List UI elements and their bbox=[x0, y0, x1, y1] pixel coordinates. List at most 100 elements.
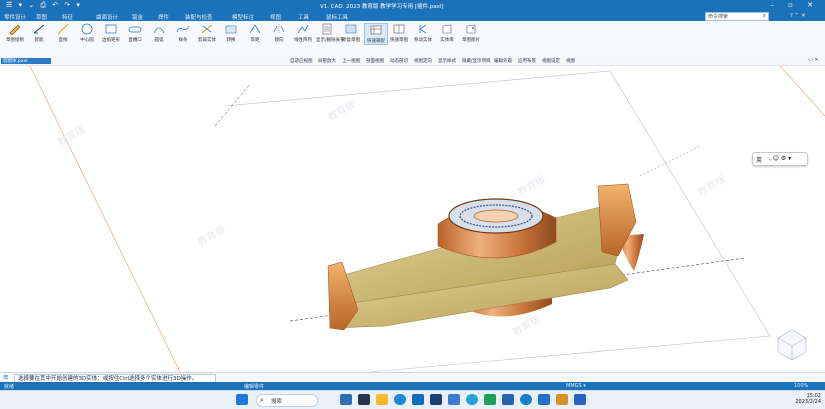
app-icon-1[interactable] bbox=[430, 394, 442, 405]
watermark-5: 教育版 bbox=[515, 172, 547, 198]
task-view-icon[interactable] bbox=[358, 394, 370, 405]
ime-icons[interactable]: ·, ☺ ⚙ ▾ bbox=[767, 155, 791, 162]
taskbar-search[interactable]: ⌕ 搜索 bbox=[256, 394, 318, 407]
ribbon-btn-repair[interactable]: 修复草图 bbox=[340, 23, 362, 43]
title-bar: ☰ ▾ ⌄ ⎙ ↶ ↷ ▾ V1. CAD. 2023 教育版 教学学习专用 [… bbox=[0, 0, 825, 12]
view-nav-controls[interactable]: ‹ › ✕ bbox=[808, 58, 818, 63]
image-icon bbox=[466, 24, 476, 34]
ime-floating-bar[interactable]: 英 ·, ☺ ⚙ ▾ bbox=[752, 152, 808, 166]
view-item-scene[interactable]: 应用布景 bbox=[518, 58, 536, 64]
model-view[interactable]: 教育版 教育版 教育版 教育版 教育版 教育版 bbox=[0, 66, 825, 372]
dash-axis-1 bbox=[214, 83, 251, 127]
quick-sketch-icon bbox=[393, 24, 405, 34]
view-item-view[interactable]: 视图 bbox=[566, 58, 575, 64]
command-search[interactable]: 命令搜索 ⌕ bbox=[705, 12, 769, 21]
explorer-icon[interactable] bbox=[376, 394, 388, 405]
view-item-style[interactable]: 显示样式 bbox=[438, 58, 456, 64]
mountain-icon[interactable] bbox=[340, 394, 352, 405]
menu-item-sketch[interactable]: 草图 bbox=[36, 13, 47, 21]
ribbon-btn-smart[interactable]: 智能 bbox=[28, 23, 50, 43]
view-item-dynamic[interactable]: 动态剖切 bbox=[390, 58, 408, 64]
menu-icon[interactable]: ≡ bbox=[3, 373, 9, 381]
search-icon[interactable]: ⌕ bbox=[763, 12, 766, 20]
view-item-orient[interactable]: 视图定向 bbox=[414, 58, 432, 64]
edge-icon[interactable] bbox=[394, 394, 406, 405]
3d-viewport[interactable]: 教育版 教育版 教育版 教育版 教育版 教育版 英 ·, ☺ ⚙ ▾ bbox=[0, 66, 825, 372]
ribbon-btn-relation[interactable]: 显示/删除关系 bbox=[316, 23, 345, 43]
ribbon-btn-image[interactable]: 草图图片 bbox=[460, 23, 482, 43]
ribbon-btn-sketch[interactable]: 草图绘制 bbox=[4, 23, 26, 43]
status-zoom[interactable]: 100% bbox=[794, 383, 808, 389]
ime-language[interactable]: 英 bbox=[756, 155, 762, 164]
dash-axis-3 bbox=[639, 145, 701, 177]
menu-item-mouse[interactable]: 鼠标工具 bbox=[326, 13, 348, 21]
ribbon-btn-move[interactable]: 移动实体 bbox=[412, 23, 434, 43]
app-icon-2[interactable] bbox=[448, 394, 460, 405]
ribbon-btn-offset[interactable]: 等距 bbox=[244, 23, 266, 43]
menu-item-feature[interactable]: 特征 bbox=[62, 13, 73, 21]
relation-icon bbox=[322, 23, 332, 35]
ribbon-btn-snap[interactable]: 快速捕捉 bbox=[364, 23, 388, 45]
app-icon-6[interactable] bbox=[520, 394, 532, 405]
start-icon[interactable] bbox=[236, 394, 248, 405]
view-item-hide[interactable]: 隐藏/显示项目 bbox=[462, 58, 491, 64]
watermark-3: 教育版 bbox=[325, 97, 357, 123]
ribbon-btn-rect[interactable]: 边角矩形 bbox=[100, 23, 122, 43]
quick-access-toolbar[interactable]: ☰ ▾ ⌄ ⎙ ↶ ↷ ▾ bbox=[6, 1, 82, 10]
view-item-prev[interactable]: 上一视图 bbox=[342, 58, 360, 64]
cad-app-icon[interactable] bbox=[574, 394, 586, 405]
menu-item-surface[interactable]: 曲面设计 bbox=[96, 13, 118, 21]
view-item-section[interactable]: 剖面视图 bbox=[366, 58, 384, 64]
view-item-fit[interactable]: 自适应视图 bbox=[290, 58, 313, 64]
ribbon-btn-quick-sketch[interactable]: 快速草图 bbox=[388, 23, 410, 43]
ribbon-btn-convert[interactable]: 转换 bbox=[220, 23, 242, 43]
store-icon[interactable] bbox=[412, 394, 424, 405]
view-item-zoom[interactable]: 局部放大 bbox=[318, 58, 336, 64]
document-tab[interactable]: 装配体.paxl bbox=[1, 58, 51, 64]
pencil-icon bbox=[9, 24, 21, 35]
ribbon-btn-library[interactable]: 实体库 bbox=[436, 23, 458, 43]
view-item-settings[interactable]: 视图设定 bbox=[542, 58, 560, 64]
circle-icon bbox=[81, 23, 93, 35]
menu-item-annotation[interactable]: 模型标注 bbox=[232, 13, 254, 21]
menu-item-part[interactable]: 零件设计 bbox=[4, 13, 26, 21]
command-message: 选择要在其中开始创建的3D实体：或按住Ctrl选择多个实体进行3D操作。 bbox=[18, 376, 198, 382]
app-icon-7[interactable] bbox=[538, 394, 550, 405]
ribbon-btn-line[interactable]: 直线 bbox=[52, 23, 74, 43]
menu-item-view[interactable]: 视图 bbox=[270, 13, 281, 21]
app-icon-5[interactable] bbox=[502, 394, 514, 405]
status-units[interactable]: MMGS ▾ bbox=[566, 383, 586, 389]
menu-item-sheetmetal[interactable]: 钣金 bbox=[132, 13, 143, 21]
status-center: 编辑零件 bbox=[244, 384, 265, 390]
ribbon-btn-arc[interactable]: 圆弧 bbox=[148, 23, 170, 43]
status-left: 就绪 bbox=[4, 384, 15, 390]
orange-reference-line bbox=[29, 66, 181, 372]
ribbon-btn-spline[interactable]: 样条 bbox=[172, 23, 194, 43]
line-icon bbox=[57, 23, 69, 35]
app-icon-3[interactable] bbox=[466, 394, 478, 405]
window-controls[interactable]: – ▫ ✕ bbox=[770, 1, 819, 9]
view-item-appearance[interactable]: 编辑外观 bbox=[494, 58, 512, 64]
clock-date: 2023/2/24 bbox=[795, 399, 821, 405]
convert-icon bbox=[225, 25, 237, 34]
repair-icon bbox=[345, 24, 357, 34]
ribbon-btn-slot[interactable]: 直槽口 bbox=[124, 23, 146, 43]
menu-bar: 零件设计 草图 特征 曲面设计 钣金 焊件 装配与检查 模型标注 视图 工具 鼠… bbox=[0, 12, 825, 21]
view-toolbar: 装配体.paxl 自适应视图 局部放大 上一视图 剖面视图 动态剖切 视图定向 … bbox=[0, 57, 825, 66]
mirror-icon bbox=[273, 24, 285, 34]
view-cube[interactable] bbox=[777, 329, 807, 361]
menu-item-tools[interactable]: 工具 bbox=[298, 13, 309, 21]
help-icons[interactable]: ? ⌃ ✕ bbox=[790, 13, 806, 19]
system-tray[interactable]: 15:02 2023/2/24 bbox=[795, 393, 821, 405]
search-placeholder: 命令搜索 bbox=[708, 14, 729, 20]
app-icon-4[interactable] bbox=[484, 394, 496, 405]
menu-item-assembly[interactable]: 装配与检查 bbox=[185, 13, 213, 21]
dimension-icon bbox=[33, 24, 45, 34]
menu-item-weldment[interactable]: 焊件 bbox=[158, 13, 169, 21]
ribbon-btn-mirror[interactable]: 镜向 bbox=[268, 23, 290, 43]
app-icon-8[interactable] bbox=[556, 394, 568, 405]
ribbon-btn-pattern[interactable]: 线性阵列 bbox=[292, 23, 314, 43]
search-icon: ⌕ bbox=[260, 396, 264, 404]
ribbon-btn-circle[interactable]: 中心圆 bbox=[76, 23, 98, 43]
ribbon-btn-trim[interactable]: 剪裁实体 bbox=[196, 23, 218, 43]
